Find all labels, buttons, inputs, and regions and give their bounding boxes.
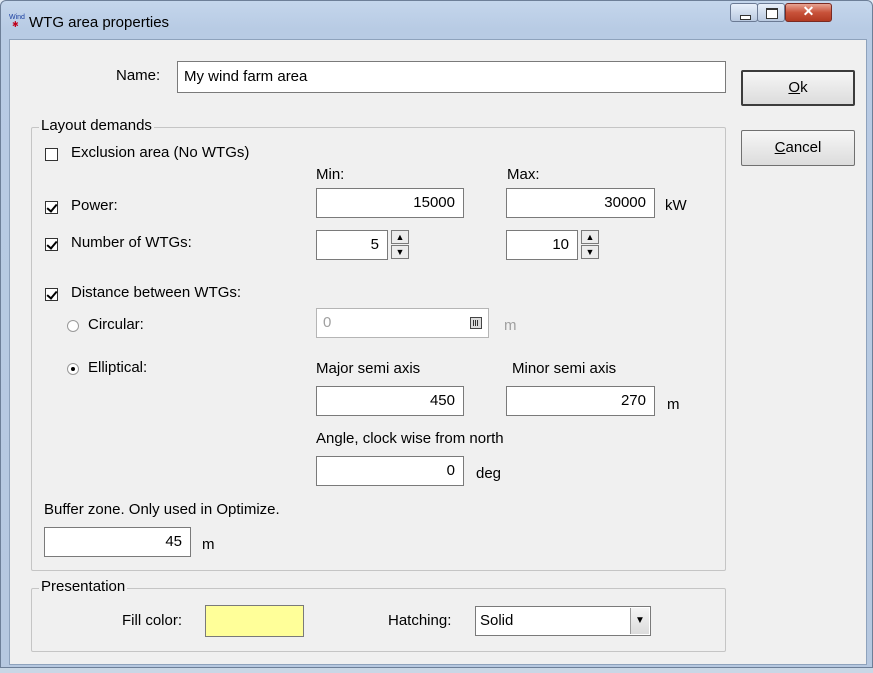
power-max-input[interactable]: 30000 bbox=[506, 188, 655, 218]
name-input[interactable]: My wind farm area bbox=[177, 61, 726, 93]
circular-radio[interactable] bbox=[67, 320, 79, 332]
calculator-icon[interactable] bbox=[470, 317, 482, 329]
elliptical-label: Elliptical: bbox=[88, 359, 148, 376]
close-button[interactable]: ✕ bbox=[785, 3, 832, 22]
num-wtgs-checkbox[interactable] bbox=[45, 238, 58, 251]
cancel-button[interactable]: Cancel bbox=[741, 130, 855, 166]
power-unit: kW bbox=[665, 197, 687, 214]
num-wtgs-min-spinner[interactable]: ▲ ▼ bbox=[391, 230, 409, 260]
min-header: Min: bbox=[316, 166, 345, 183]
angle-input[interactable]: 0 bbox=[316, 456, 464, 486]
spin-up-icon[interactable]: ▲ bbox=[391, 230, 409, 244]
spin-up-icon[interactable]: ▲ bbox=[581, 230, 599, 244]
num-wtgs-max-input[interactable]: 10 bbox=[506, 230, 578, 260]
ok-button-label: Ok bbox=[788, 79, 808, 96]
num-wtgs-label: Number of WTGs: bbox=[71, 234, 192, 251]
fill-color-label: Fill color: bbox=[122, 612, 183, 629]
ok-button[interactable]: Ok bbox=[741, 70, 855, 106]
buffer-zone-label: Buffer zone. Only used in Optimize. bbox=[44, 501, 280, 518]
buffer-unit: m bbox=[202, 536, 215, 553]
presentation-title: Presentation bbox=[39, 578, 128, 595]
max-header: Max: bbox=[507, 166, 540, 183]
angle-label: Angle, clock wise from north bbox=[316, 430, 504, 447]
minor-semi-axis-input[interactable]: 270 bbox=[506, 386, 655, 416]
dialog-client-area: Name: My wind farm area Ok Cancel Layout… bbox=[9, 39, 867, 665]
power-min-input[interactable]: 15000 bbox=[316, 188, 464, 218]
name-label: Name: bbox=[116, 67, 161, 84]
maximize-button[interactable] bbox=[757, 3, 785, 22]
power-label: Power: bbox=[71, 197, 118, 214]
spin-down-icon[interactable]: ▼ bbox=[391, 245, 409, 259]
minor-semi-axis-label: Minor semi axis bbox=[512, 360, 617, 377]
close-icon: ✕ bbox=[802, 3, 815, 19]
elliptical-radio[interactable] bbox=[67, 363, 79, 375]
window-title: WTG area properties bbox=[29, 14, 170, 31]
windpro-app-icon: Wind ✱ bbox=[9, 14, 25, 29]
layout-demands-title: Layout demands bbox=[39, 117, 154, 134]
hatching-selected-value: Solid bbox=[480, 612, 514, 629]
num-wtgs-max-spinner[interactable]: ▲ ▼ bbox=[581, 230, 599, 260]
major-semi-axis-input[interactable]: 450 bbox=[316, 386, 464, 416]
minimize-button[interactable] bbox=[730, 3, 758, 22]
minimize-icon bbox=[740, 15, 751, 20]
chevron-down-icon[interactable]: ▼ bbox=[630, 608, 649, 634]
maximize-icon bbox=[766, 8, 778, 19]
svg-text:✱: ✱ bbox=[12, 20, 19, 29]
angle-unit: deg bbox=[476, 465, 502, 482]
hatching-label: Hatching: bbox=[388, 612, 452, 629]
circular-unit: m bbox=[504, 317, 517, 334]
hatching-select[interactable]: Solid ▼ bbox=[475, 606, 651, 636]
cancel-button-label: Cancel bbox=[774, 139, 822, 156]
fill-color-swatch[interactable] bbox=[205, 605, 304, 637]
major-semi-axis-label: Major semi axis bbox=[316, 360, 421, 377]
distance-checkbox[interactable] bbox=[45, 288, 58, 301]
circular-distance-input[interactable]: 0 bbox=[316, 308, 489, 338]
distance-label: Distance between WTGs: bbox=[71, 284, 242, 301]
axis-unit: m bbox=[667, 396, 680, 413]
exclusion-checkbox[interactable] bbox=[45, 148, 58, 161]
dialog-window: Wind ✱ WTG area properties ✕ Name: My wi… bbox=[0, 0, 873, 668]
circular-label: Circular: bbox=[88, 316, 144, 333]
num-wtgs-min-input[interactable]: 5 bbox=[316, 230, 388, 260]
exclusion-label: Exclusion area (No WTGs) bbox=[71, 144, 250, 161]
spin-down-icon[interactable]: ▼ bbox=[581, 245, 599, 259]
buffer-zone-input[interactable]: 45 bbox=[44, 527, 191, 557]
power-checkbox[interactable] bbox=[45, 201, 58, 214]
